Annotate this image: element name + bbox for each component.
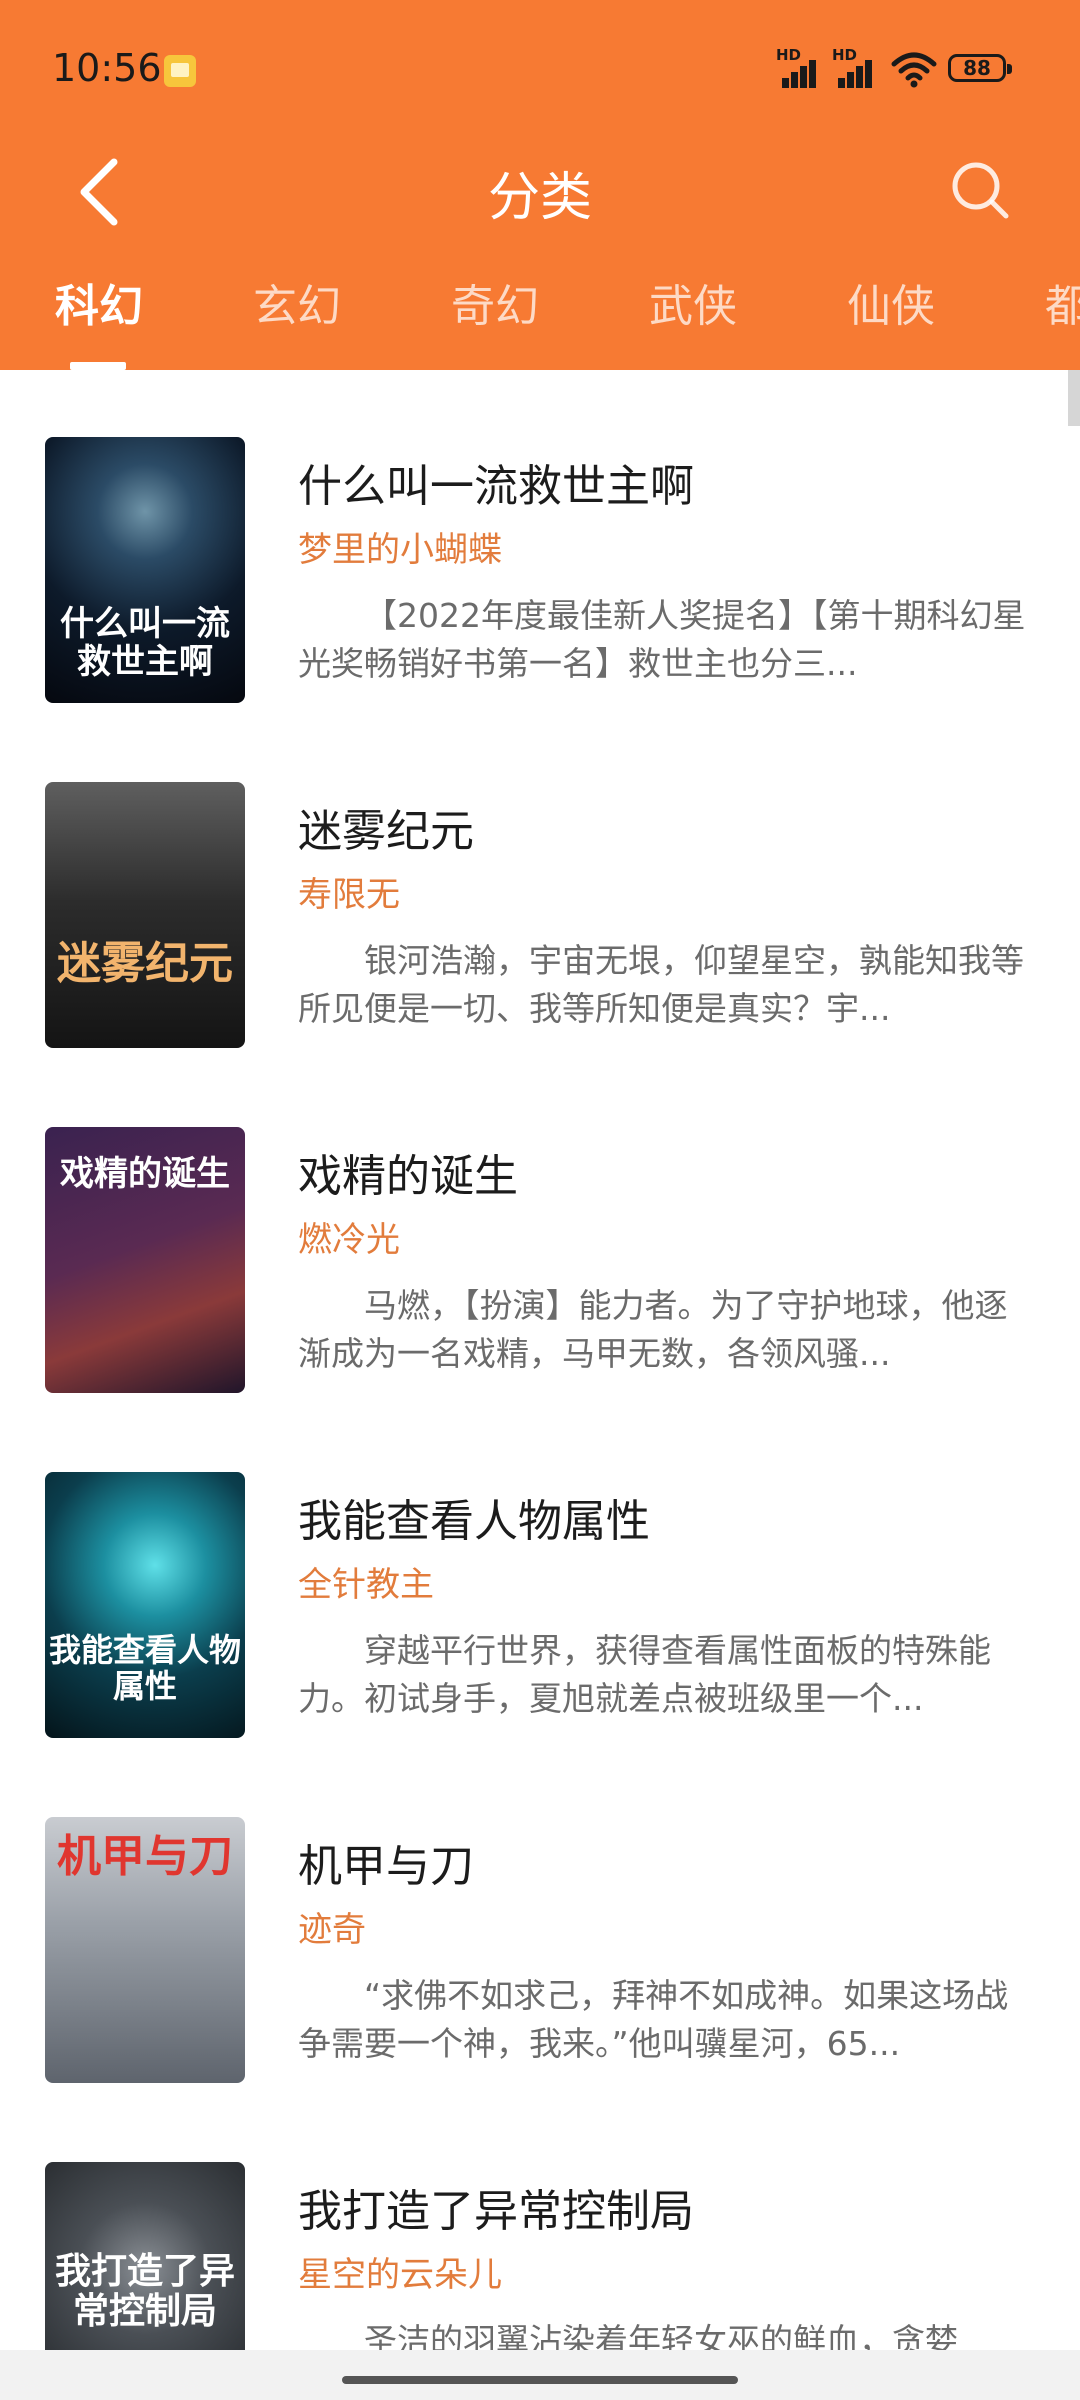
book-item[interactable]: 戏精的诞生 戏精的诞生 燃冷光 马燃，【扮演】能力者。为了守护地球，他逐渐成为一… (0, 1060, 1080, 1405)
book-item[interactable]: 我能查看人物属性 我能查看人物属性 全针教主 穿越平行世界，获得查看属性面板的特… (0, 1405, 1080, 1750)
wifi-icon (891, 52, 937, 88)
book-cover: 迷雾纪元 (45, 782, 245, 1048)
page-title: 分类 (487, 168, 592, 228)
book-cover-title: 迷雾纪元 (57, 938, 233, 989)
book-cover: 戏精的诞生 (45, 1127, 245, 1393)
book-author: 全针教主 (298, 1565, 434, 1605)
book-item[interactable]: 我打造了异常控制局 我打造了异常控制局 星空的云朵儿 圣洁的羽翼沾染着年轻女巫的… (0, 2095, 1080, 2350)
book-item[interactable]: 迷雾纪元 迷雾纪元 寿限无 银河浩瀚，宇宙无垠，仰望星空，孰能知我等所见便是一切… (0, 715, 1080, 1060)
signal-hd-label: HD (832, 46, 858, 64)
status-bar: 10:56 HD HD 88 (0, 0, 1080, 140)
book-cover: 机甲与刀 (45, 1817, 245, 2083)
book-list: 什么叫一流救世主啊 什么叫一流救世主啊 梦里的小蝴蝶 【2022年度最佳新人奖提… (0, 370, 1080, 2350)
book-author: 迹奇 (298, 1910, 366, 1950)
book-cover: 我打造了异常控制局 (45, 2162, 245, 2350)
tab-xianxia[interactable]: 仙侠 (847, 270, 935, 334)
gesture-handle[interactable] (342, 2376, 738, 2384)
book-title: 我打造了异常控制局 (298, 2186, 694, 2237)
navigation-bar (0, 2350, 1080, 2400)
book-description: 圣洁的羽翼沾染着年轻女巫的鲜血，贪婪 (364, 2321, 958, 2350)
tab-xuanhuan[interactable]: 玄幻 (253, 270, 341, 334)
book-description: 【2022年度最佳新人奖提名】【第十期科幻星光奖畅销好书第一名】救世主也分三..… (298, 596, 1026, 683)
book-cover-title: 我打造了异常控制局 (54, 2251, 235, 2332)
status-time: 10:56 (52, 46, 162, 90)
signal-icon: HD (776, 46, 824, 88)
book-item[interactable]: 什么叫一流救世主啊 什么叫一流救世主啊 梦里的小蝴蝶 【2022年度最佳新人奖提… (0, 370, 1080, 715)
active-tab-indicator (70, 362, 126, 370)
search-icon[interactable] (948, 158, 1012, 222)
book-cover: 什么叫一流救世主啊 (45, 437, 245, 703)
book-title: 迷雾纪元 (298, 806, 474, 857)
book-description: 银河浩瀚，宇宙无垠，仰望星空，孰能知我等所见便是一切、我等所知便是真实？宇... (298, 941, 1024, 1028)
tab-scifi[interactable]: 科幻 (55, 270, 143, 334)
book-item[interactable]: 机甲与刀 机甲与刀 迹奇 “求佛不如求己，拜神不如成神。如果这场战争需要一个神，… (0, 1750, 1080, 2095)
book-title: 什么叫一流救世主啊 (298, 461, 694, 512)
signal-icon: HD (832, 46, 880, 88)
app-header: 10:56 HD HD 88 分类 科幻 玄幻 奇幻 武侠 仙侠 都 (0, 0, 1080, 370)
category-tabs: 科幻 玄幻 奇幻 武侠 仙侠 都 (0, 270, 1080, 350)
tab-wuxia[interactable]: 武侠 (649, 270, 737, 334)
tab-fantasy[interactable]: 奇幻 (451, 270, 539, 334)
book-description: 穿越平行世界，获得查看属性面板的特殊能力。初试身手，夏旭就差点被班级里一个... (298, 1631, 991, 1718)
book-description: “求佛不如求己，拜神不如成神。如果这场战争需要一个神，我来。”他叫骥星河，65.… (298, 1976, 1009, 2063)
notification-app-icon (164, 55, 196, 87)
book-author: 燃冷光 (298, 1220, 400, 1260)
book-cover: 我能查看人物属性 (45, 1472, 245, 1738)
book-description: 马燃，【扮演】能力者。为了守护地球，他逐渐成为一名戏精，马甲无数，各领风骚... (298, 1286, 1008, 1373)
book-cover-title: 什么叫一流救世主啊 (60, 604, 230, 682)
book-author: 梦里的小蝴蝶 (298, 530, 502, 570)
battery-indicator: 88 (948, 54, 1012, 82)
book-cover-title: 机甲与刀 (57, 1831, 233, 1882)
book-title: 戏精的诞生 (298, 1151, 518, 1202)
book-cover-title: 我能查看人物属性 (48, 1631, 241, 1705)
book-title: 我能查看人物属性 (298, 1496, 650, 1547)
book-title: 机甲与刀 (298, 1841, 474, 1892)
tab-urban[interactable]: 都 (1045, 270, 1080, 334)
book-author: 寿限无 (298, 875, 400, 915)
book-author: 星空的云朵儿 (298, 2255, 502, 2295)
signal-hd-label: HD (776, 46, 802, 64)
book-cover-title: 戏精的诞生 (60, 1154, 230, 1194)
